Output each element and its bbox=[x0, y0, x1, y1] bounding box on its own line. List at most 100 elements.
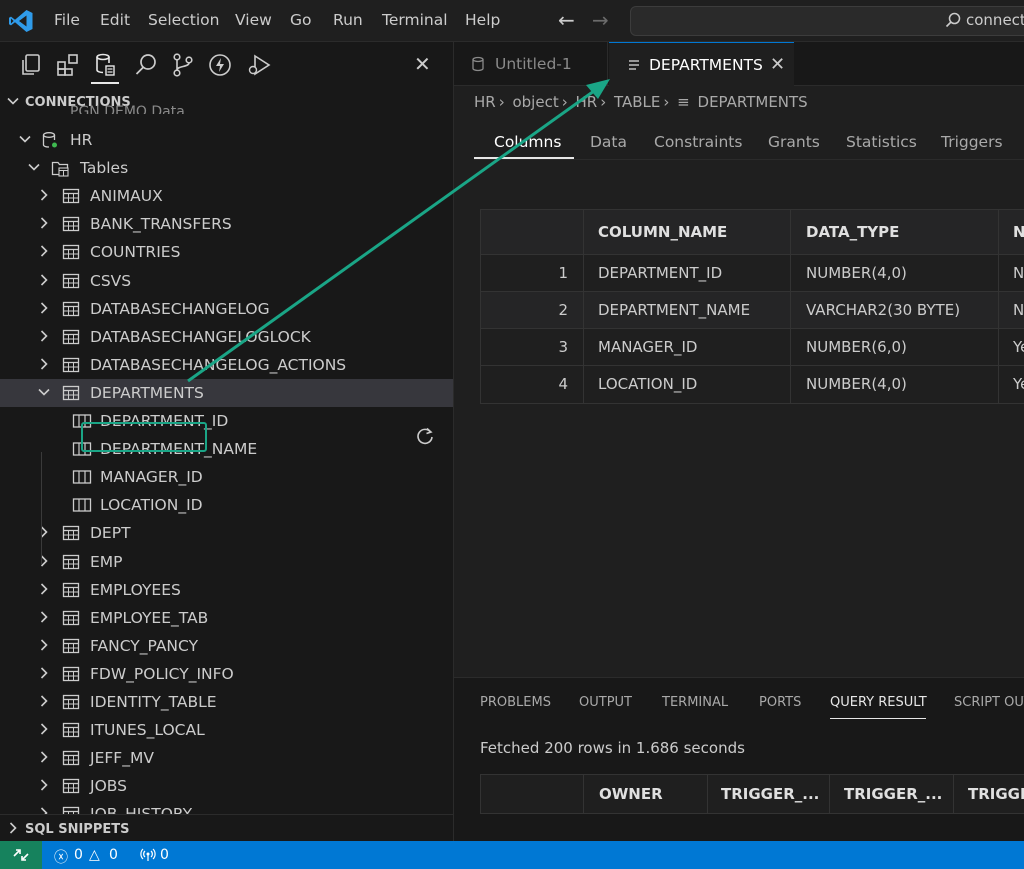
connections-section-header[interactable]: CONNECTIONS bbox=[0, 92, 453, 114]
cell-column-name[interactable]: MANAGER_ID bbox=[584, 329, 791, 365]
tree-table-item[interactable]: CSVS bbox=[0, 267, 453, 295]
tree-table-item[interactable]: ANIMAUX bbox=[0, 182, 453, 210]
breadcrumb-schema[interactable]: HR bbox=[576, 93, 598, 111]
tree-table-item[interactable]: DATABASECHANGELOG bbox=[0, 295, 453, 323]
tree-column-item[interactable]: LOCATION_ID bbox=[0, 491, 453, 519]
tree-column-item[interactable]: DEPARTMENT_NAME bbox=[0, 435, 453, 463]
header-column-name[interactable]: COLUMN_NAME bbox=[584, 210, 791, 254]
tab-triggers[interactable]: Triggers bbox=[941, 133, 1003, 151]
chevron-down-icon[interactable] bbox=[27, 160, 41, 174]
cell-data-type[interactable]: NUMBER(4,0) bbox=[791, 366, 999, 403]
database-explorer-icon[interactable] bbox=[92, 52, 118, 78]
chevron-right-icon[interactable] bbox=[37, 722, 51, 736]
chevron-right-icon[interactable] bbox=[37, 188, 51, 202]
copy-icon[interactable] bbox=[18, 52, 44, 78]
table-row[interactable]: 4 LOCATION_ID NUMBER(4,0) Ye bbox=[481, 366, 1024, 403]
tab-grants[interactable]: Grants bbox=[768, 133, 820, 151]
cell-nullable[interactable]: N bbox=[999, 292, 1024, 328]
menu-run[interactable]: Run bbox=[333, 11, 363, 29]
result-header-trigger-1[interactable]: TRIGGER_... bbox=[708, 775, 830, 813]
sql-snippets-section-header[interactable]: SQL SNIPPETS bbox=[0, 814, 453, 841]
tree-table-item[interactable]: DEPT bbox=[0, 519, 453, 547]
chevron-right-icon[interactable] bbox=[37, 329, 51, 343]
close-icon[interactable]: ✕ bbox=[414, 52, 431, 76]
chevron-right-icon[interactable] bbox=[37, 244, 51, 258]
remote-indicator[interactable] bbox=[0, 841, 42, 869]
menu-view[interactable]: View bbox=[235, 11, 272, 29]
tree-table-item[interactable]: DATABASECHANGELOGLOCK bbox=[0, 323, 453, 351]
chevron-right-icon[interactable] bbox=[37, 216, 51, 230]
chevron-right-icon[interactable] bbox=[37, 301, 51, 315]
extensions-icon[interactable] bbox=[55, 52, 81, 78]
panel-tab-script-output[interactable]: SCRIPT OUT bbox=[954, 695, 1024, 710]
tree-table-departments[interactable]: DEPARTMENTS bbox=[0, 378, 453, 407]
tree-connection-hr[interactable]: HR bbox=[0, 126, 453, 154]
chevron-down-icon[interactable] bbox=[37, 385, 51, 399]
panel-tab-query-result[interactable]: QUERY RESULT bbox=[830, 695, 927, 710]
chevron-right-icon[interactable] bbox=[37, 273, 51, 287]
source-control-icon[interactable] bbox=[170, 52, 196, 78]
tree-column-item[interactable]: MANAGER_ID bbox=[0, 463, 453, 491]
chevron-right-icon[interactable] bbox=[37, 666, 51, 680]
cell-nullable[interactable]: Ye bbox=[999, 366, 1024, 403]
chevron-right-icon[interactable] bbox=[37, 610, 51, 624]
tree-table-item[interactable]: EMP bbox=[0, 548, 453, 576]
ports-count[interactable]: 0 bbox=[160, 847, 169, 863]
table-row[interactable]: 3 MANAGER_ID NUMBER(6,0) Ye bbox=[481, 329, 1024, 366]
result-header-owner[interactable]: OWNER bbox=[584, 775, 708, 813]
cell-data-type[interactable]: NUMBER(6,0) bbox=[791, 329, 999, 365]
error-count[interactable]: 0 bbox=[74, 847, 83, 863]
warning-icon[interactable]: △ bbox=[89, 847, 100, 863]
table-row[interactable]: 2 DEPARTMENT_NAME VARCHAR2(30 BYTE) N bbox=[481, 292, 1024, 329]
chevron-right-icon[interactable] bbox=[37, 750, 51, 764]
tab-statistics[interactable]: Statistics bbox=[846, 133, 917, 151]
tab-untitled-1[interactable]: Untitled-1 bbox=[454, 42, 608, 86]
tree-table-item[interactable]: EMPLOYEE_TAB bbox=[0, 604, 453, 632]
cell-nullable[interactable]: Ye bbox=[999, 329, 1024, 365]
menu-go[interactable]: Go bbox=[290, 11, 312, 29]
tree-table-item[interactable]: FDW_POLICY_INFO bbox=[0, 660, 453, 688]
warning-count[interactable]: 0 bbox=[109, 847, 118, 863]
tree-table-item[interactable]: ITUNES_LOCAL bbox=[0, 716, 453, 744]
cell-data-type[interactable]: VARCHAR2(30 BYTE) bbox=[791, 292, 999, 328]
breadcrumb-hr[interactable]: HR bbox=[474, 93, 496, 111]
tree-table-item[interactable]: EMPLOYEES bbox=[0, 576, 453, 604]
menu-terminal[interactable]: Terminal bbox=[382, 11, 448, 29]
tree-table-item[interactable]: FANCY_PANCY bbox=[0, 632, 453, 660]
header-nullable[interactable]: N bbox=[999, 210, 1024, 254]
lightning-icon[interactable] bbox=[207, 52, 233, 78]
tree-table-item[interactable]: COUNTRIES bbox=[0, 238, 453, 266]
panel-tab-output[interactable]: OUTPUT bbox=[579, 695, 632, 710]
chevron-right-icon[interactable] bbox=[37, 357, 51, 371]
tree-table-item[interactable]: JEFF_MV bbox=[0, 744, 453, 772]
tab-columns[interactable]: Columns bbox=[494, 133, 561, 151]
header-data-type[interactable]: DATA_TYPE bbox=[791, 210, 999, 254]
chevron-right-icon[interactable] bbox=[37, 525, 51, 539]
chevron-right-icon[interactable] bbox=[37, 778, 51, 792]
tree-folder-tables[interactable]: Tables bbox=[0, 154, 453, 182]
tree-table-item[interactable]: IDENTITY_TABLE bbox=[0, 688, 453, 716]
tree-table-item[interactable]: BANK_TRANSFERS bbox=[0, 210, 453, 238]
result-header-trigger-2[interactable]: TRIGGER_... bbox=[830, 775, 954, 813]
chevron-down-icon[interactable] bbox=[18, 132, 32, 146]
menu-selection[interactable]: Selection bbox=[148, 11, 219, 29]
cell-column-name[interactable]: DEPARTMENT_ID bbox=[584, 255, 791, 291]
command-center[interactable] bbox=[630, 6, 1024, 36]
menu-edit[interactable]: Edit bbox=[100, 11, 130, 29]
cell-column-name[interactable]: LOCATION_ID bbox=[584, 366, 791, 403]
tab-constraints[interactable]: Constraints bbox=[654, 133, 742, 151]
table-row[interactable]: 1 DEPARTMENT_ID NUMBER(4,0) N bbox=[481, 255, 1024, 292]
breadcrumb-type[interactable]: TABLE bbox=[614, 93, 660, 111]
panel-tab-ports[interactable]: PORTS bbox=[759, 695, 801, 710]
broadcast-icon[interactable] bbox=[140, 848, 156, 862]
close-tab-icon[interactable]: ✕ bbox=[770, 54, 785, 75]
breadcrumb-departments[interactable]: DEPARTMENTS bbox=[698, 93, 808, 111]
cell-data-type[interactable]: NUMBER(4,0) bbox=[791, 255, 999, 291]
chevron-right-icon[interactable] bbox=[37, 694, 51, 708]
refresh-icon[interactable] bbox=[415, 426, 435, 446]
menu-help[interactable]: Help bbox=[465, 11, 500, 29]
nav-back-icon[interactable]: ← bbox=[558, 8, 575, 32]
menu-file[interactable]: File bbox=[54, 11, 80, 29]
chevron-right-icon[interactable] bbox=[37, 582, 51, 596]
cell-nullable[interactable]: N bbox=[999, 255, 1024, 291]
